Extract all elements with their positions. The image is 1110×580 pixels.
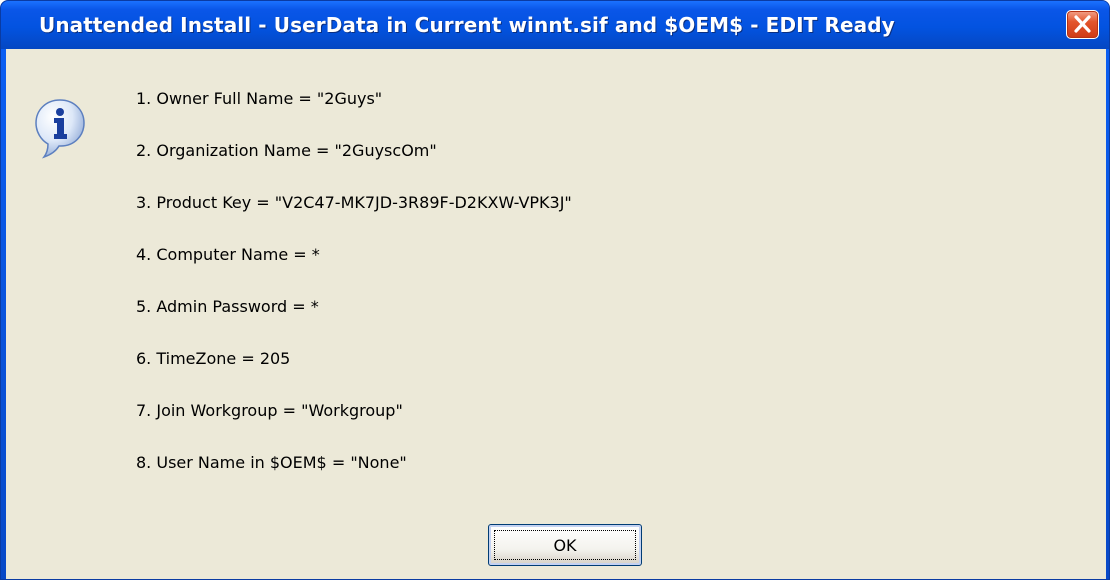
- settings-list: 1. Owner Full Name = "2Guys" 2. Organiza…: [136, 89, 572, 505]
- message-line: 1. Owner Full Name = "2Guys": [136, 89, 383, 108]
- dialog-body: 1. Owner Full Name = "2Guys" 2. Organiza…: [6, 49, 1106, 579]
- close-button[interactable]: [1066, 10, 1099, 39]
- dialog-title: Unattended Install - UserData in Current…: [39, 13, 895, 37]
- ok-button-label: OK: [494, 530, 636, 560]
- message-line: 5. Admin Password = *: [136, 297, 319, 316]
- title-bar[interactable]: Unattended Install - UserData in Current…: [1, 1, 1109, 49]
- message-line: 2. Organization Name = "2GuyscOm": [136, 141, 437, 160]
- message-dialog: Unattended Install - UserData in Current…: [0, 0, 1110, 580]
- message-line: 7. Join Workgroup = "Workgroup": [136, 401, 403, 420]
- information-icon: [35, 99, 85, 159]
- message-line: 4. Computer Name = *: [136, 245, 320, 264]
- ok-button[interactable]: OK: [488, 524, 642, 566]
- message-line: 3. Product Key = "V2C47-MK7JD-3R89F-D2KX…: [136, 193, 572, 212]
- message-line: 6. TimeZone = 205: [136, 349, 291, 368]
- close-icon: [1074, 15, 1091, 33]
- message-line: 8. User Name in $OEM$ = "None": [136, 453, 407, 472]
